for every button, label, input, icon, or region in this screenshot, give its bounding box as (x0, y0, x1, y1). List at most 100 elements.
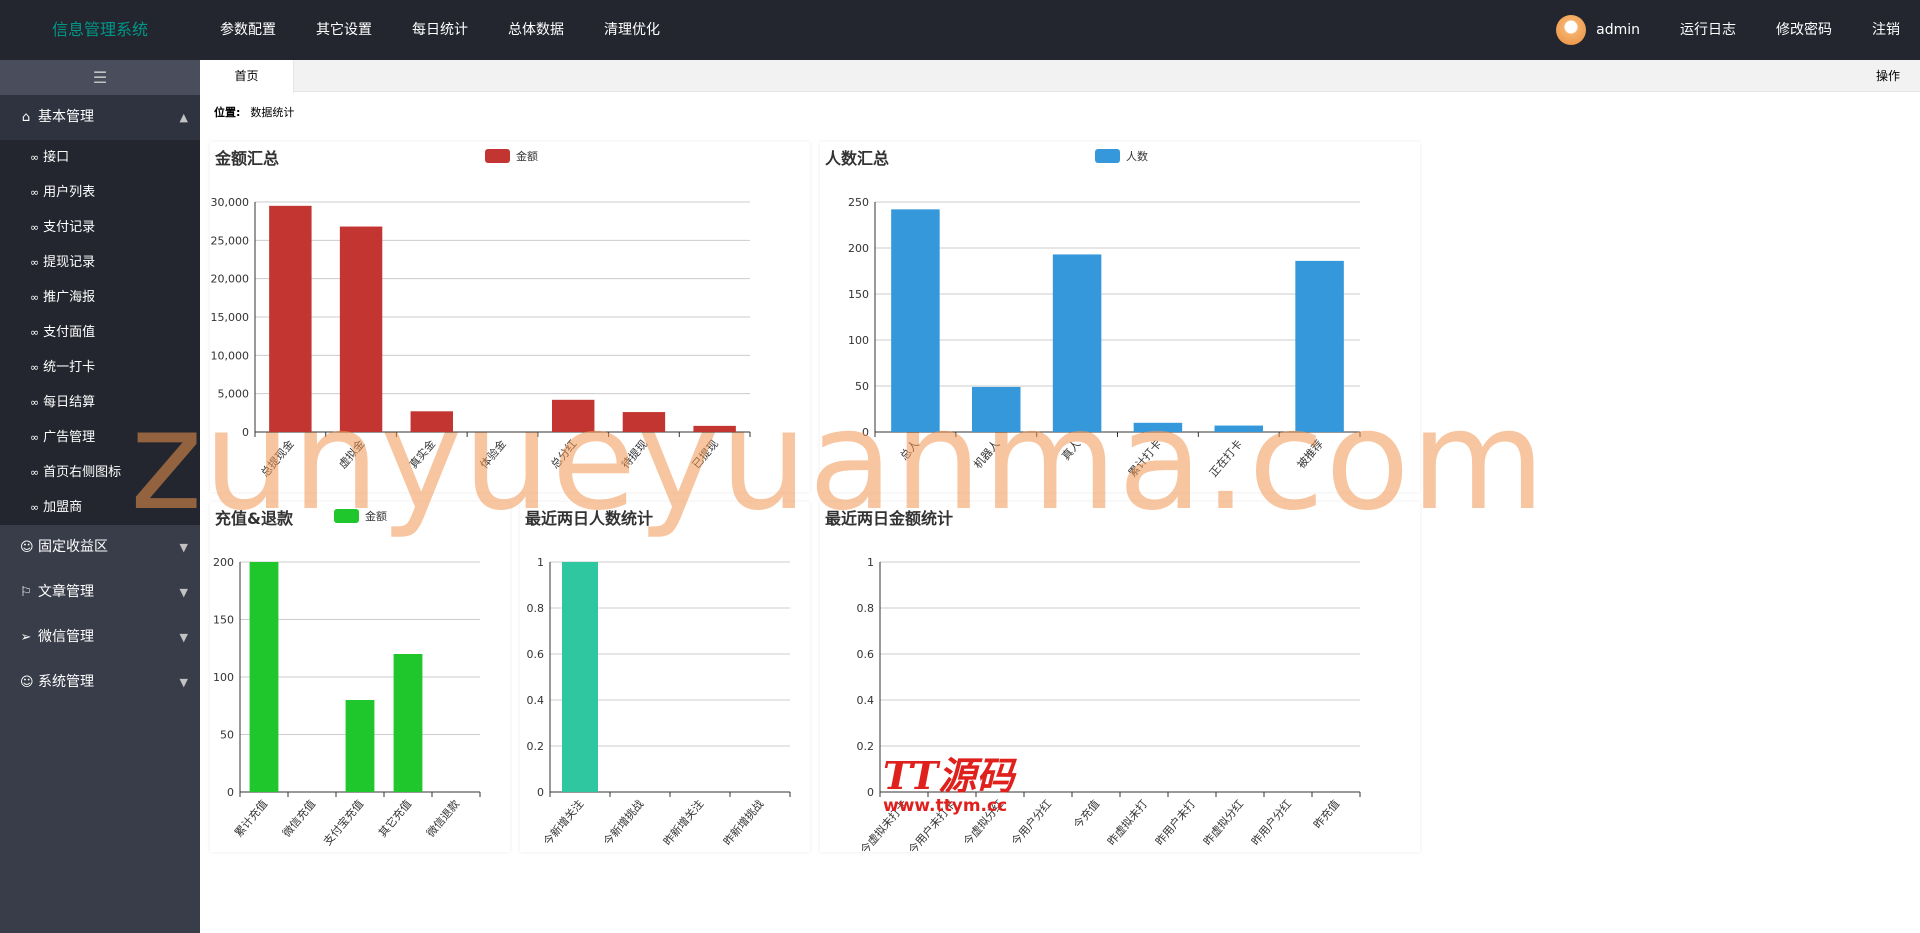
sidebar-item-denominations[interactable]: ∞ 支付面值 (0, 315, 200, 350)
user-menu[interactable]: admin (1536, 0, 1660, 60)
bar (269, 205, 312, 432)
sidebar: ☰ ⌂ 基本管理 ▲ ∞ 接口 ∞ 用户列表 ∞ 支付记录 ∞ 提现记录 ∞ 推广海报 ∞… (0, 60, 200, 933)
nav-daily-stats[interactable]: 每日统计 (392, 0, 488, 60)
sidebar-group-fixed-income[interactable]: ☺ 固定收益区 ▼ (0, 525, 200, 570)
legend-swatch (485, 149, 510, 163)
change-password-link[interactable]: 修改密码 (1756, 0, 1852, 60)
x-tick-label: 总提现金 (258, 437, 297, 480)
sidebar-item-label: 支付面值 (43, 325, 96, 340)
chevron-down-icon: ▼ (179, 676, 188, 689)
link-icon: ∞ (30, 256, 40, 269)
bar (249, 562, 279, 792)
chart-legend[interactable]: 金额 (485, 148, 538, 164)
x-tick-label: 累计充值 (231, 797, 270, 840)
bar (1052, 254, 1102, 432)
y-tick-label: 15,000 (211, 311, 250, 324)
sidebar-item-label: 加盟商 (43, 500, 83, 515)
run-log-link[interactable]: 运行日志 (1660, 0, 1756, 60)
chart-card-recharge: 充值&退款 金额 0 50 100 150 200 累计充值 微信充值 支付宝充值 其它充值 微信… (210, 502, 510, 852)
tab-home[interactable]: 首页 (200, 60, 294, 93)
link-icon: ∞ (30, 361, 40, 374)
y-tick-label: 0 (867, 786, 874, 799)
sidebar-item-label: 每日结算 (43, 395, 96, 410)
y-tick-label: 0 (242, 426, 249, 439)
x-tick-label: 昨新增关注 (660, 797, 706, 848)
app-logo[interactable]: 信息管理系统 (0, 0, 200, 60)
y-tick-label: 0.4 (527, 694, 545, 707)
nav-other-settings[interactable]: 其它设置 (296, 0, 392, 60)
nav-cleanup[interactable]: 清理优化 (584, 0, 680, 60)
sidebar-item-label: 广告管理 (43, 430, 96, 445)
chart-legend[interactable]: 金额 (334, 508, 387, 524)
x-tick-label: 机器人 (971, 437, 1003, 471)
sidebar-item-ads[interactable]: ∞ 广告管理 (0, 420, 200, 455)
sidebar-item-franchise[interactable]: ∞ 加盟商 (0, 490, 200, 525)
x-tick-label: 今虚拟分红 (960, 797, 1006, 848)
y-tick-label: 200 (848, 242, 869, 255)
x-tick-label: 昨虚拟分红 (1200, 797, 1246, 848)
chart-amount: 0 5,000 10,000 15,000 20,000 25,000 30,000 总提现金… (211, 196, 751, 480)
x-tick-label: 昨用户未打 (1152, 797, 1198, 848)
bar (1214, 425, 1263, 432)
y-tick-label: 20,000 (211, 273, 250, 286)
sidebar-item-users[interactable]: ∞ 用户列表 (0, 175, 200, 210)
nav-overall-data[interactable]: 总体数据 (488, 0, 584, 60)
chart-title: 人数汇总 (825, 149, 890, 168)
y-tick-label: 100 (848, 334, 869, 347)
y-tick-label: 0 (537, 786, 544, 799)
tab-operations-button[interactable]: 操作 (1876, 60, 1900, 92)
bar (393, 654, 423, 792)
x-tick-label: 总分红 (548, 437, 580, 471)
sidebar-item-payments[interactable]: ∞ 支付记录 (0, 210, 200, 245)
top-right-nav: admin 运行日志 修改密码 注销 (1536, 0, 1920, 60)
bar (622, 412, 666, 432)
sidebar-item-settlement[interactable]: ∞ 每日结算 (0, 385, 200, 420)
chart-card-twoday-people: 最近两日人数统计 0 0.2 0.4 0.6 0.8 1 今新增关注 今新增挑战 昨新增关注 昨新… (520, 502, 810, 852)
sidebar-item-withdrawals[interactable]: ∞ 提现记录 (0, 245, 200, 280)
y-tick-label: 0.2 (857, 740, 875, 753)
sidebar-group-basic[interactable]: ⌂ 基本管理 ▲ (0, 95, 200, 140)
sidebar-item-label: 提现记录 (43, 255, 96, 270)
bar (339, 226, 383, 432)
bar (410, 411, 453, 432)
nav-param-config[interactable]: 参数配置 (200, 0, 296, 60)
link-icon: ∞ (30, 291, 40, 304)
y-tick-label: 100 (213, 671, 234, 684)
sidebar-item-api[interactable]: ∞ 接口 (0, 140, 200, 175)
sidebar-group-label: 文章管理 (38, 584, 94, 600)
legend-swatch (1095, 149, 1120, 163)
x-tick-label: 总人 (897, 437, 922, 463)
link-icon: ∞ (30, 151, 40, 164)
sidebar-group-wechat[interactable]: ➢ 微信管理 ▼ (0, 615, 200, 660)
sidebar-item-posters[interactable]: ∞ 推广海报 (0, 280, 200, 315)
x-tick-label: 昨充值 (1310, 797, 1342, 831)
sidebar-item-checkin[interactable]: ∞ 统一打卡 (0, 350, 200, 385)
breadcrumb-label: 位置: (214, 106, 241, 119)
y-tick-label: 0.8 (857, 602, 875, 615)
y-tick-label: 150 (213, 614, 234, 627)
sidebar-group-system[interactable]: ☺ 系统管理 ▼ (0, 660, 200, 705)
avatar (1556, 15, 1587, 45)
bar (1295, 260, 1344, 432)
x-tick-label: 被推荐 (1294, 437, 1326, 471)
bar (345, 700, 375, 792)
sidebar-item-label: 首页右侧图标 (43, 465, 122, 480)
chevron-down-icon: ▼ (179, 586, 188, 599)
sidebar-group-articles[interactable]: ⚐ 文章管理 ▼ (0, 570, 200, 615)
link-icon: ∞ (30, 396, 40, 409)
chart-legend[interactable]: 人数 (1095, 148, 1148, 164)
y-tick-label: 0.6 (857, 648, 875, 661)
legend-label: 金额 (365, 510, 387, 523)
sidebar-toggle-icon[interactable]: ☰ (0, 60, 200, 95)
x-tick-label: 今用户未打卡 (905, 797, 958, 852)
y-tick-label: 30,000 (211, 196, 250, 209)
chevron-down-icon: ▼ (179, 541, 188, 554)
bar (972, 386, 1021, 432)
y-tick-label: 250 (848, 196, 869, 209)
tab-bar: 首页 操作 (200, 60, 1920, 93)
x-tick-label: 今新增关注 (540, 797, 586, 848)
x-tick-label: 今新增挑战 (600, 797, 646, 848)
sidebar-group-label: 固定收益区 (38, 539, 108, 555)
sidebar-item-right-icons[interactable]: ∞ 首页右侧图标 (0, 455, 200, 490)
logout-link[interactable]: 注销 (1852, 0, 1920, 60)
